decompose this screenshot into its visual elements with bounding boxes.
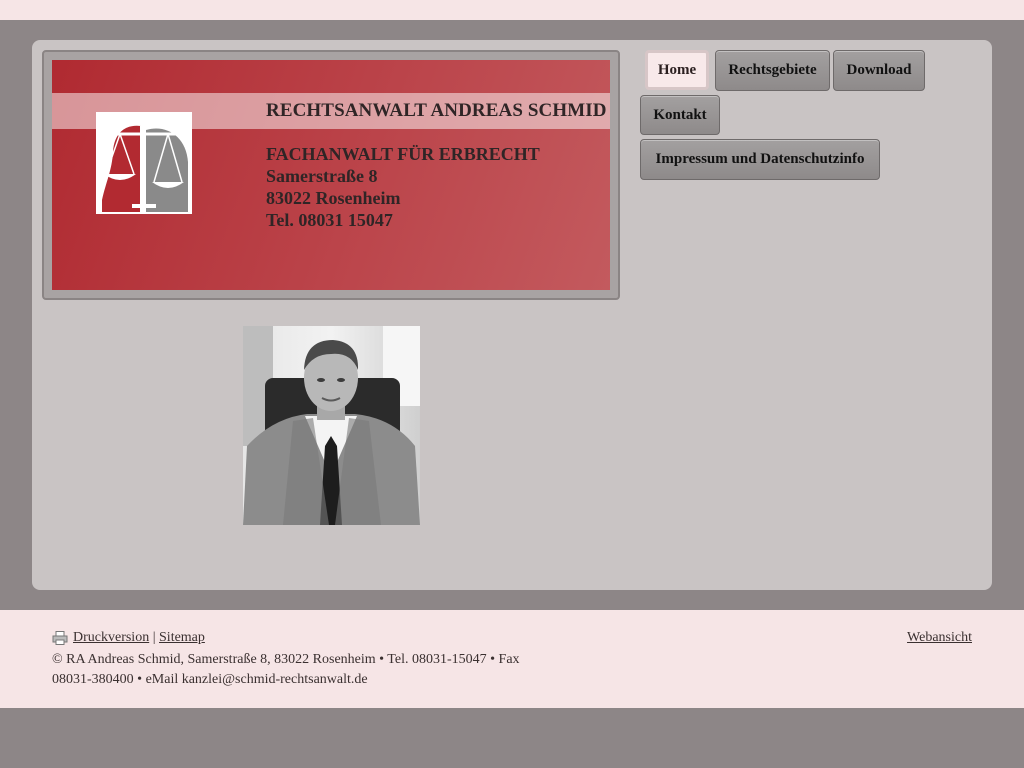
nav-home[interactable]: Home bbox=[645, 50, 709, 90]
header-frame: RECHTSANWALT ANDREAS SCHMID FACHANWALT F… bbox=[42, 50, 620, 300]
print-version-link[interactable]: Druckversion bbox=[73, 630, 149, 646]
nav-rechtsgebiete[interactable]: Rechtsgebiete bbox=[715, 50, 830, 91]
header-phone: Tel. 08031 15047 bbox=[266, 210, 393, 230]
nav-kontakt[interactable]: Kontakt bbox=[640, 95, 720, 135]
portrait-photo bbox=[243, 326, 420, 525]
main-panel: RECHTSANWALT ANDREAS SCHMID FACHANWALT F… bbox=[32, 40, 992, 590]
webansicht-link[interactable]: Webansicht bbox=[907, 630, 972, 646]
header-title: RECHTSANWALT ANDREAS SCHMID bbox=[266, 100, 607, 121]
top-bar bbox=[0, 0, 1024, 20]
footer: Druckversion | Sitemap © RA Andreas Schm… bbox=[0, 610, 1024, 708]
header-banner: RECHTSANWALT ANDREAS SCHMID FACHANWALT F… bbox=[52, 60, 610, 290]
printer-icon[interactable] bbox=[52, 631, 68, 645]
header-city: 83022 Rosenheim bbox=[266, 188, 401, 208]
sitemap-link[interactable]: Sitemap bbox=[159, 630, 205, 646]
nav-download[interactable]: Download bbox=[833, 50, 925, 91]
scales-logo-icon bbox=[96, 112, 192, 214]
header-subtitle: FACHANWALT FÜR ERBRECHT bbox=[266, 144, 540, 164]
footer-links: Druckversion | Sitemap bbox=[52, 630, 205, 646]
header-address: FACHANWALT FÜR ERBRECHT Samerstraße 8 83… bbox=[266, 143, 540, 231]
nav-impressum[interactable]: Impressum und Datenschutzinfo bbox=[640, 139, 880, 180]
header-street: Samerstraße 8 bbox=[266, 166, 378, 186]
footer-copyright: © RA Andreas Schmid, Samerstraße 8, 8302… bbox=[52, 652, 520, 687]
